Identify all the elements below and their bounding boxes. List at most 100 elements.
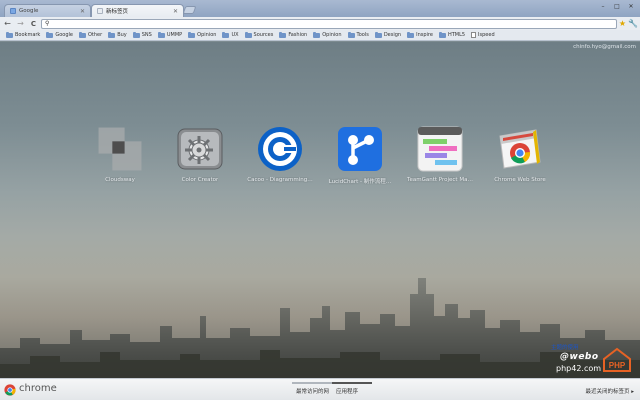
app-label: Cacoo - Diagramming… [247, 177, 313, 183]
bookmark-fashion[interactable]: Fashion [276, 31, 310, 40]
bookmark-label: UMMP [166, 32, 183, 38]
folder-icon [347, 31, 355, 38]
bookmark-label: Bookmark [15, 32, 41, 38]
bookmark-bookmark[interactable]: Bookmark [3, 31, 43, 40]
app-chrome-web-store[interactable]: Chrome Web Store [480, 126, 560, 183]
new-tab-button[interactable] [182, 6, 197, 14]
bookmark-sources[interactable]: Sources [242, 31, 277, 40]
folder-icon [374, 31, 382, 38]
omnibox[interactable]: ⚲ [41, 18, 617, 29]
folder-icon [157, 31, 165, 38]
folder-icon [313, 31, 321, 38]
tab-close-icon[interactable]: ✕ [173, 8, 178, 15]
reload-button[interactable]: C [28, 18, 39, 29]
maximize-button[interactable]: □ [610, 2, 624, 11]
folder-icon [279, 31, 287, 38]
svg-text:PHP: PHP [609, 361, 626, 370]
bookmark-html5[interactable]: HTML5 [436, 31, 468, 40]
folder-icon [108, 31, 116, 38]
bookmark-label: UX [231, 32, 239, 38]
city-skyline-background [0, 278, 640, 378]
bookmark-ummp[interactable]: UMMP [155, 31, 185, 40]
google-favicon-icon [10, 8, 16, 14]
bookmark-label: Inspire [416, 32, 433, 38]
cacoo-icon [257, 126, 303, 172]
bookmarks-bar: Bookmark Google Other Buy SNS UMMP Opinion UX So… [0, 30, 640, 41]
lucidchart-icon [337, 126, 383, 172]
back-button[interactable]: ← [2, 18, 13, 29]
toolbar: ← → C ⚲ ★ 🔧 [0, 17, 640, 30]
php-logo-icon: PHP [603, 347, 631, 372]
app-label: Color Creator [181, 177, 219, 183]
app-label: TeamGantt Project Ma… [407, 177, 473, 183]
folder-icon [46, 31, 54, 38]
forward-button[interactable]: → [15, 18, 26, 29]
bookmark-design[interactable]: Design [372, 31, 404, 40]
app-label: Chrome Web Store [494, 177, 546, 183]
tab-strip: Google ✕ 新标签页 ✕ – □ ✕ [0, 0, 640, 17]
bookmark-opinion[interactable]: Opinion [185, 31, 219, 40]
close-window-button[interactable]: ✕ [624, 2, 638, 11]
apps-tab-indicator [332, 382, 372, 384]
folder-icon [438, 31, 446, 38]
bookmark-sns[interactable]: SNS [130, 31, 155, 40]
tab-google[interactable]: Google ✕ [4, 4, 91, 17]
most-visited-tab-indicator [292, 382, 332, 384]
page-icon [471, 32, 477, 38]
app-cloudsway[interactable]: Cloudsway [80, 126, 160, 183]
bookmark-label: SNS [141, 32, 152, 38]
app-lucidchart[interactable]: LucidChart - 制作流程… [320, 126, 400, 185]
bookmark-label: HTML5 [447, 32, 466, 38]
bookmark-label: Fashion [288, 32, 308, 38]
theme-usage-link[interactable]: 主题的使用 [551, 343, 579, 351]
wrench-menu-icon[interactable]: 🔧 [628, 19, 638, 28]
tab-title: 新标签页 [106, 9, 129, 15]
folder-icon [222, 31, 230, 38]
bookmark-label: Sources [253, 32, 274, 38]
bookmark-other[interactable]: Other [76, 31, 105, 40]
bookmark-label: Other [87, 32, 103, 38]
app-cacoo[interactable]: Cacoo - Diagramming… [240, 126, 320, 183]
folder-icon [132, 31, 140, 38]
search-icon: ⚲ [45, 20, 50, 27]
bookmark-buy[interactable]: Buy [105, 31, 130, 40]
cloudsway-icon [97, 126, 143, 172]
bookmark-google[interactable]: Google [43, 31, 76, 40]
folder-icon [6, 31, 13, 38]
bookmark-inspire[interactable]: Inspire [404, 31, 436, 40]
footer-tab-most-visited[interactable]: 最常访问的网 [296, 387, 329, 395]
folder-icon [244, 31, 252, 38]
footer-tab-apps[interactable]: 应用程序 [336, 387, 358, 395]
bookmark-label: Tools [356, 32, 369, 38]
recently-closed-menu[interactable]: 最近关闭的标签页 ▸ [585, 387, 634, 395]
new-tab-footer: chrome 最常访问的网 应用程序 最近关闭的标签页 ▸ [0, 378, 640, 400]
bookmark-label: Google [55, 32, 73, 38]
bookmark-label: Buy [117, 32, 127, 38]
bookmark-opinion[interactable]: Opinion [310, 31, 344, 40]
signed-in-user-email[interactable]: chinfo.hyo@gmail.com [573, 44, 636, 50]
bookmark-star-icon[interactable]: ★ [619, 19, 626, 28]
app-teamgantt[interactable]: TeamGantt Project Ma… [400, 126, 480, 183]
tab-new-tab[interactable]: 新标签页 ✕ [91, 4, 184, 17]
app-color-creator[interactable]: Color Creator [160, 126, 240, 183]
bookmark-ux[interactable]: UX [219, 31, 241, 40]
new-tab-favicon-icon [97, 8, 103, 14]
address-input[interactable] [52, 19, 613, 28]
watermark-text-bottom: php42.com [556, 364, 602, 373]
bookmark-label: Opinion [322, 32, 342, 38]
chrome-brand-text: chrome [19, 383, 57, 394]
bookmark-tools[interactable]: Tools [345, 31, 372, 40]
chrome-logo-icon [4, 384, 16, 396]
tab-close-icon[interactable]: ✕ [80, 8, 85, 15]
folder-icon [78, 31, 86, 38]
gear-icon [177, 126, 223, 172]
apps-grid: Cloudsway Color Creator Cacoo - Diagramm… [0, 126, 640, 196]
tab-title: Google [19, 8, 39, 14]
bookmark-ispeed[interactable]: Ispeed [468, 31, 498, 40]
teamgantt-icon [417, 126, 463, 172]
bookmark-label: Opinion [197, 32, 217, 38]
chrome-web-store-icon [497, 126, 543, 172]
new-tab-page: chinfo.hyo@gmail.com Cloudsway Color Cre… [0, 42, 640, 378]
minimize-button[interactable]: – [596, 2, 610, 11]
watermark-text-top: @webo [560, 352, 599, 362]
